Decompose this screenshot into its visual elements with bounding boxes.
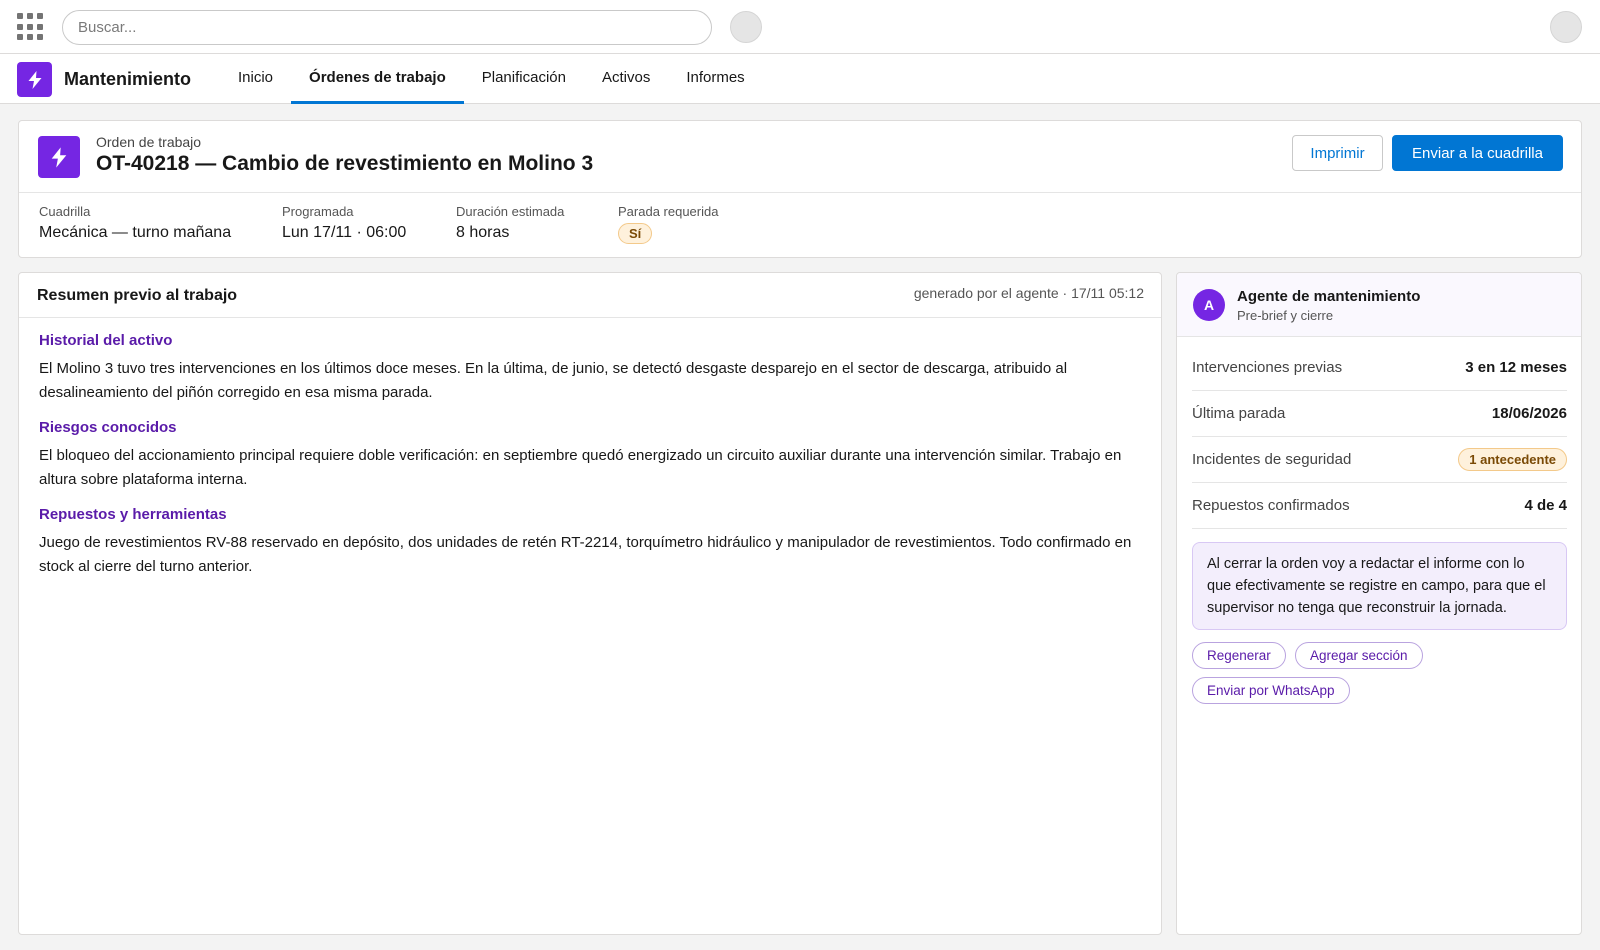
stat-label: Incidentes de seguridad [1192, 451, 1352, 468]
stat-label: Repuestos confirmados [1192, 497, 1350, 514]
regenerate-button[interactable]: Regenerar [1192, 642, 1286, 669]
record-type-label: Orden de trabajo [96, 134, 202, 150]
app-name: Mantenimiento [64, 69, 192, 89]
agent-name: Agente de mantenimiento [1237, 288, 1421, 305]
app-nav-bar: Mantenimiento Inicio Órdenes de trabajo … [0, 54, 1600, 104]
field-label: Programada [282, 204, 354, 219]
section-heading-parts-tools: Repuestos y herramientas [39, 506, 227, 523]
summary-header: Resumen previo al trabajo generado por e… [19, 273, 1161, 318]
field-label: Parada requerida [618, 204, 719, 219]
tab-ordenes-de-trabajo[interactable]: Órdenes de trabajo [291, 54, 464, 104]
summary-body: Historial del activo El Molino 3 tuvo tr… [39, 332, 1139, 593]
stat-value: 18/06/2026 [1491, 405, 1567, 422]
record-divider [19, 192, 1581, 193]
tab-planificacion[interactable]: Planificación [464, 54, 584, 104]
stat-label: Última parada [1192, 405, 1286, 422]
summary-title: Resumen previo al trabajo [37, 287, 238, 304]
header-action-icon[interactable] [730, 11, 762, 43]
agent-panel: A Agente de mantenimiento Pre-brief y ci… [1176, 272, 1582, 935]
print-button[interactable]: Imprimir [1292, 135, 1383, 171]
field-label: Cuadrilla [39, 204, 91, 219]
field-scheduled: Programada Lun 17/11 · 06:00 [282, 204, 406, 242]
stat-value: 3 en 12 meses [1465, 359, 1567, 376]
send-to-crew-button[interactable]: Enviar a la cuadrilla [1392, 135, 1563, 171]
field-crew: Cuadrilla Mecánica — turno mañana [39, 204, 231, 242]
summary-generated-meta: generado por el agente · 17/11 05:12 [913, 285, 1144, 301]
user-avatar[interactable] [1550, 11, 1582, 43]
work-order-lightning-icon [38, 136, 80, 178]
pre-work-summary-card: Resumen previo al trabajo generado por e… [18, 272, 1162, 935]
section-heading-known-risks: Riesgos conocidos [39, 419, 177, 436]
stat-row-previous-interventions: Intervenciones previas 3 en 12 meses [1192, 345, 1567, 391]
tab-activos[interactable]: Activos [584, 54, 668, 104]
field-label: Duración estimada [456, 204, 565, 219]
nav-tabs: Inicio Órdenes de trabajo Planificación … [220, 54, 763, 104]
stat-value: 4 de 4 [1524, 497, 1567, 514]
tab-informes[interactable]: Informes [668, 54, 762, 104]
safety-incident-badge: 1 antecedente [1458, 448, 1567, 471]
agent-avatar: A [1193, 289, 1225, 321]
global-header [0, 0, 1600, 54]
agent-header: A Agente de mantenimiento Pre-brief y ci… [1177, 273, 1581, 337]
section-text-known-risks: El bloqueo del accionamiento principal r… [39, 447, 1122, 488]
section-heading-asset-history: Historial del activo [39, 332, 173, 349]
record-title: OT-40218 — Cambio de revestimiento en Mo… [96, 152, 594, 175]
stat-label: Intervenciones previas [1192, 359, 1343, 376]
tab-inicio[interactable]: Inicio [220, 54, 291, 104]
add-section-button[interactable]: Agregar sección [1295, 642, 1423, 669]
agent-subtitle: Pre-brief y cierre [1237, 308, 1334, 323]
field-value: 8 horas [456, 224, 510, 241]
agent-stats-list: Intervenciones previas 3 en 12 meses Últ… [1192, 345, 1567, 529]
section-text-asset-history: El Molino 3 tuvo tres intervenciones en … [39, 360, 1068, 401]
record-header: Orden de trabajo OT-40218 — Cambio de re… [18, 120, 1582, 258]
stat-row-confirmed-parts: Repuestos confirmados 4 de 4 [1192, 483, 1567, 529]
app-lightning-icon [17, 62, 52, 97]
field-value: Mecánica — turno mañana [39, 224, 232, 241]
field-value: Lun 17/11 · 06:00 [282, 224, 407, 241]
field-shutdown-required: Parada requerida Sí [618, 204, 718, 244]
agent-message-bubble: Al cerrar la orden voy a redactar el inf… [1192, 542, 1567, 630]
search-input[interactable] [62, 10, 712, 45]
shutdown-required-badge: Sí [618, 223, 653, 244]
stat-row-last-shutdown: Última parada 18/06/2026 [1192, 391, 1567, 437]
field-estimated-duration: Duración estimada 8 horas [456, 204, 564, 242]
section-text-parts-tools: Juego de revestimientos RV-88 reservado … [39, 534, 1132, 575]
send-whatsapp-button[interactable]: Enviar por WhatsApp [1192, 677, 1350, 704]
app-launcher-icon[interactable] [17, 13, 45, 41]
stat-row-safety-incidents: Incidentes de seguridad 1 antecedente [1192, 437, 1567, 483]
